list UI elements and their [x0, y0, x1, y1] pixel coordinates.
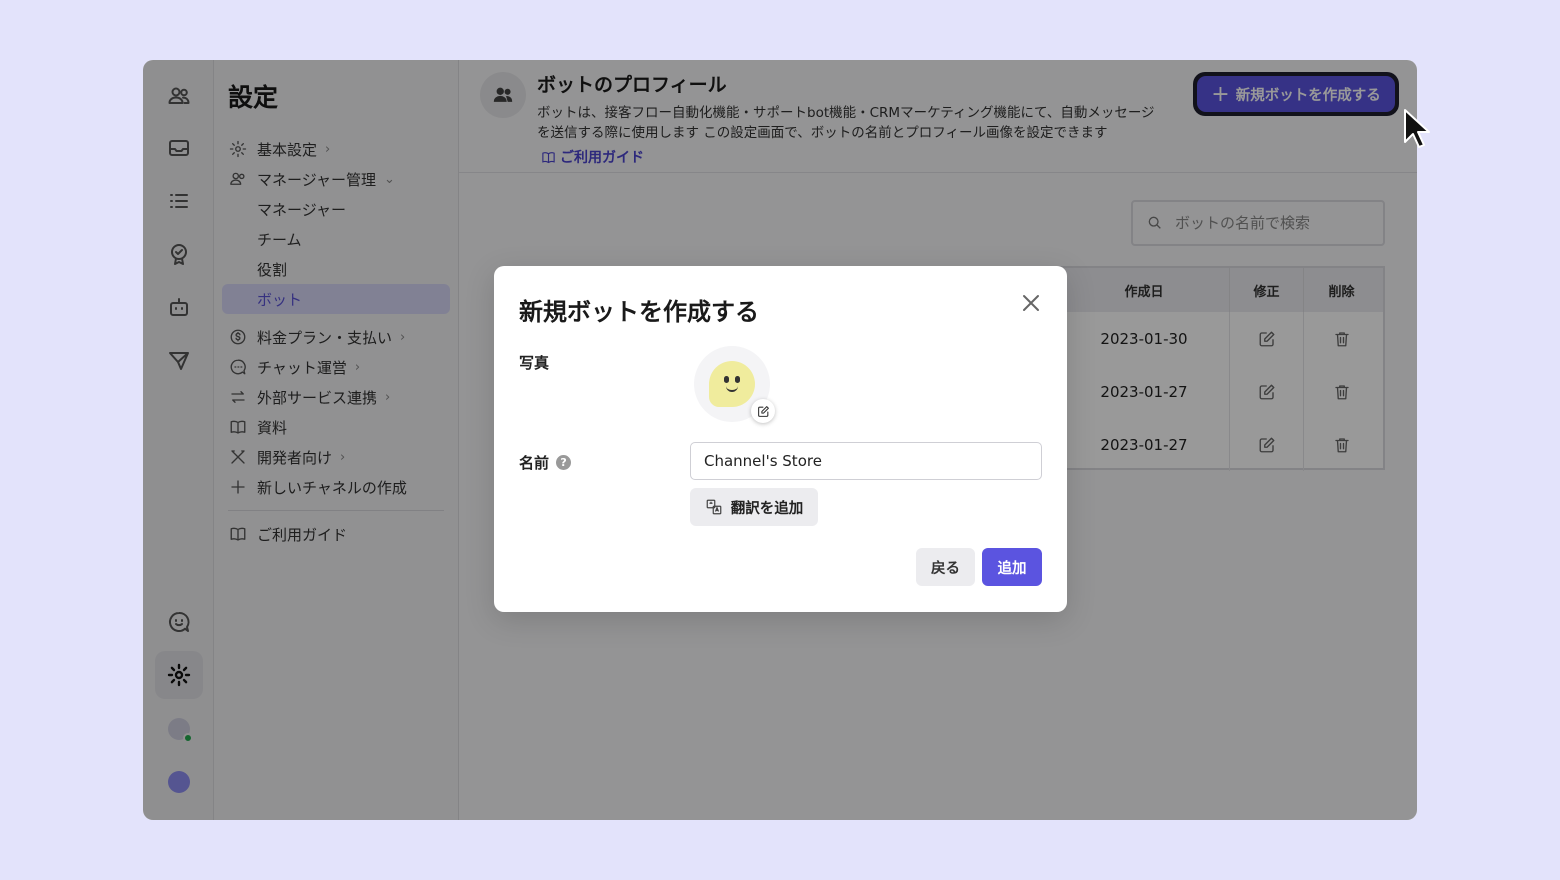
modal-title: 新規ボットを作成する [519, 298, 759, 326]
edit-icon [757, 405, 769, 417]
back-button[interactable]: 戻る [916, 548, 975, 586]
add-translation-button[interactable]: 翻訳を追加 [690, 488, 818, 526]
name-label: 名前 ? [519, 452, 572, 473]
bot-face-icon [709, 361, 755, 407]
bot-name-input[interactable] [690, 442, 1042, 480]
photo-edit-button[interactable] [751, 399, 775, 423]
create-bot-modal: 新規ボットを作成する 写真 名前 ? 翻訳を追加 戻る 追加 [494, 266, 1067, 612]
add-button[interactable]: 追加 [982, 548, 1042, 586]
close-icon [1023, 295, 1039, 311]
translate-icon [706, 499, 722, 515]
photo-label: 写真 [519, 354, 550, 372]
close-button[interactable] [1021, 293, 1041, 313]
help-icon[interactable]: ? [556, 455, 572, 470]
mouse-cursor-icon [1404, 109, 1430, 148]
